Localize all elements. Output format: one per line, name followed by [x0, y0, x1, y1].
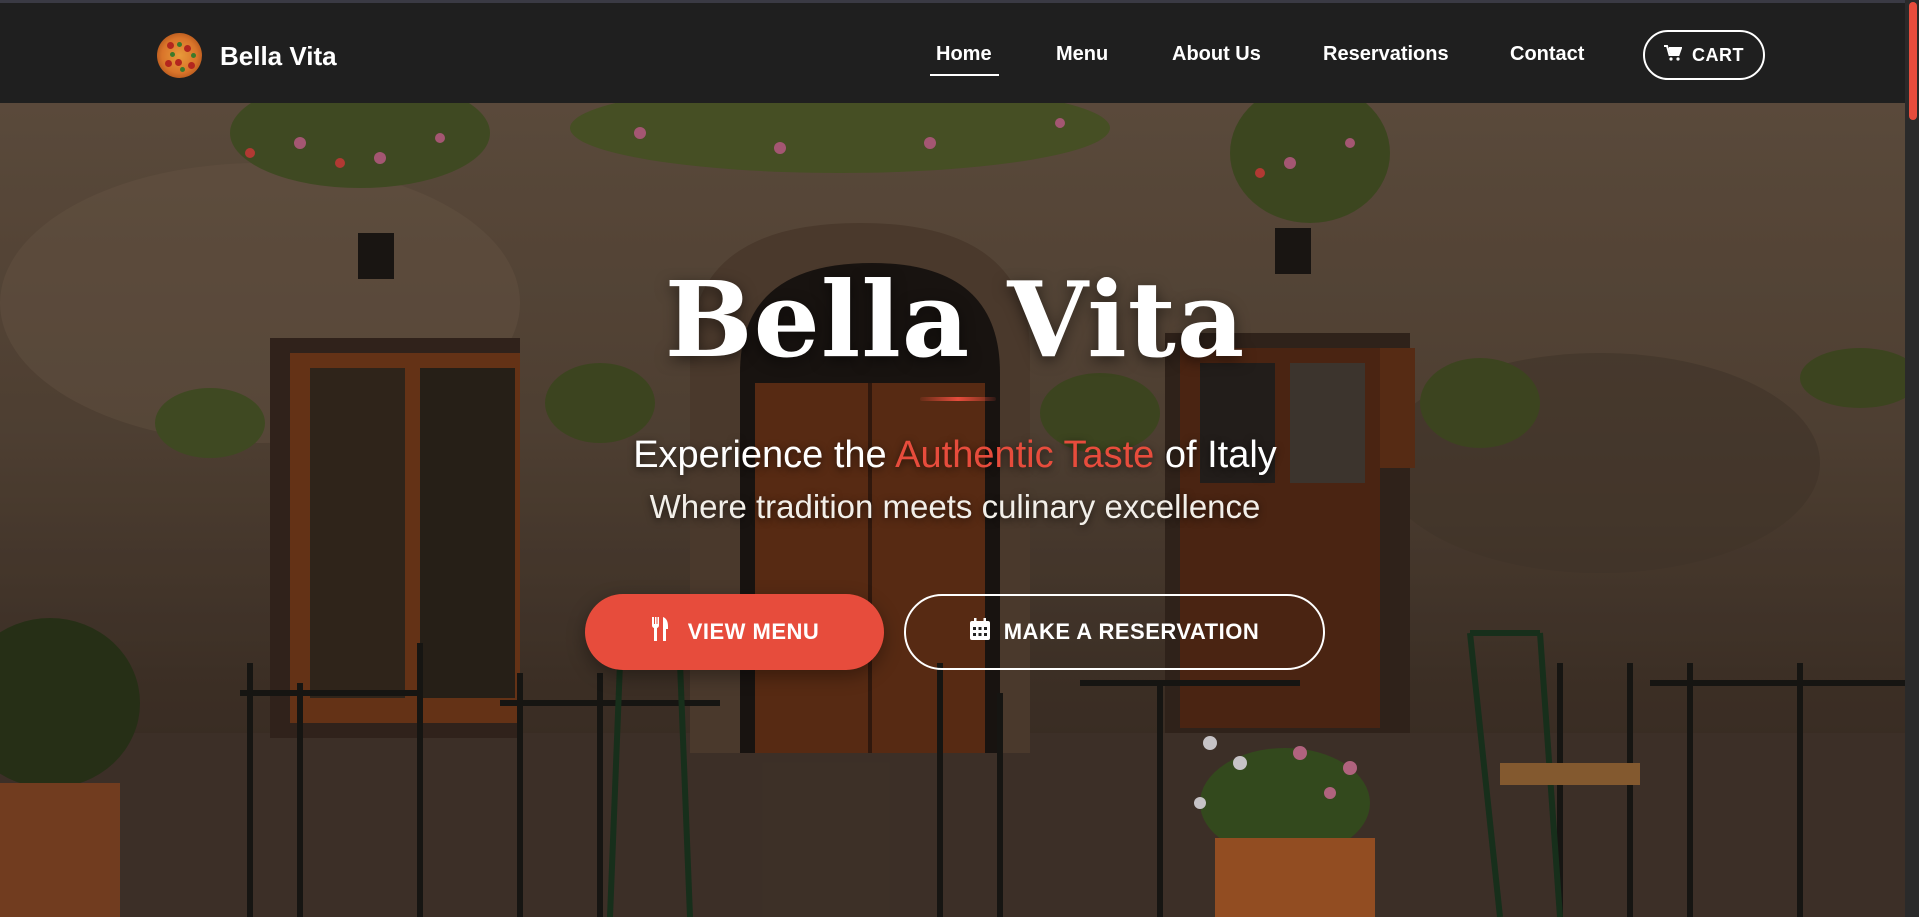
utensils-icon	[650, 617, 670, 647]
cart-label: CART	[1692, 44, 1744, 65]
nav-menu[interactable]: Menu	[1056, 43, 1108, 66]
shopping-cart-icon	[1664, 44, 1683, 66]
hero-subtagline: Where tradition meets culinary excellenc…	[649, 488, 1261, 525]
hero-title: Bella Vita	[664, 258, 1246, 381]
make-reservation-label: MAKE A RESERVATION	[1003, 619, 1260, 644]
tagline-text-end: of Italy	[1154, 434, 1277, 476]
page-scrollbar[interactable]	[1905, 0, 1919, 917]
nav-home[interactable]: Home	[936, 43, 992, 66]
view-menu-button[interactable]: VIEW MENU	[585, 594, 884, 670]
nav-about-us[interactable]: About Us	[1172, 43, 1261, 66]
nav-contact[interactable]: Contact	[1510, 43, 1584, 66]
nav-active-indicator	[930, 74, 999, 76]
view-menu-label: VIEW MENU	[687, 619, 820, 644]
calendar-icon	[969, 618, 990, 646]
title-divider	[920, 397, 996, 401]
make-reservation-button[interactable]: MAKE A RESERVATION	[904, 594, 1325, 670]
nav-reservations[interactable]: Reservations	[1323, 43, 1449, 66]
tagline-text-start: Experience the	[633, 434, 896, 476]
cart-button[interactable]: CART	[1643, 30, 1765, 80]
brand-name[interactable]: Bella Vita	[220, 41, 337, 72]
pizza-logo-icon[interactable]	[157, 33, 202, 78]
scrollbar-thumb[interactable]	[1909, 2, 1917, 120]
navbar: Bella Vita Home Menu About Us Reservatio…	[0, 0, 1905, 103]
hero-tagline: Experience the Authentic Taste of Italy	[0, 434, 1905, 477]
tagline-accent: Authentic Taste	[895, 434, 1155, 476]
hero-section: Bella Vita Experience the Authentic Tast…	[0, 103, 1905, 917]
